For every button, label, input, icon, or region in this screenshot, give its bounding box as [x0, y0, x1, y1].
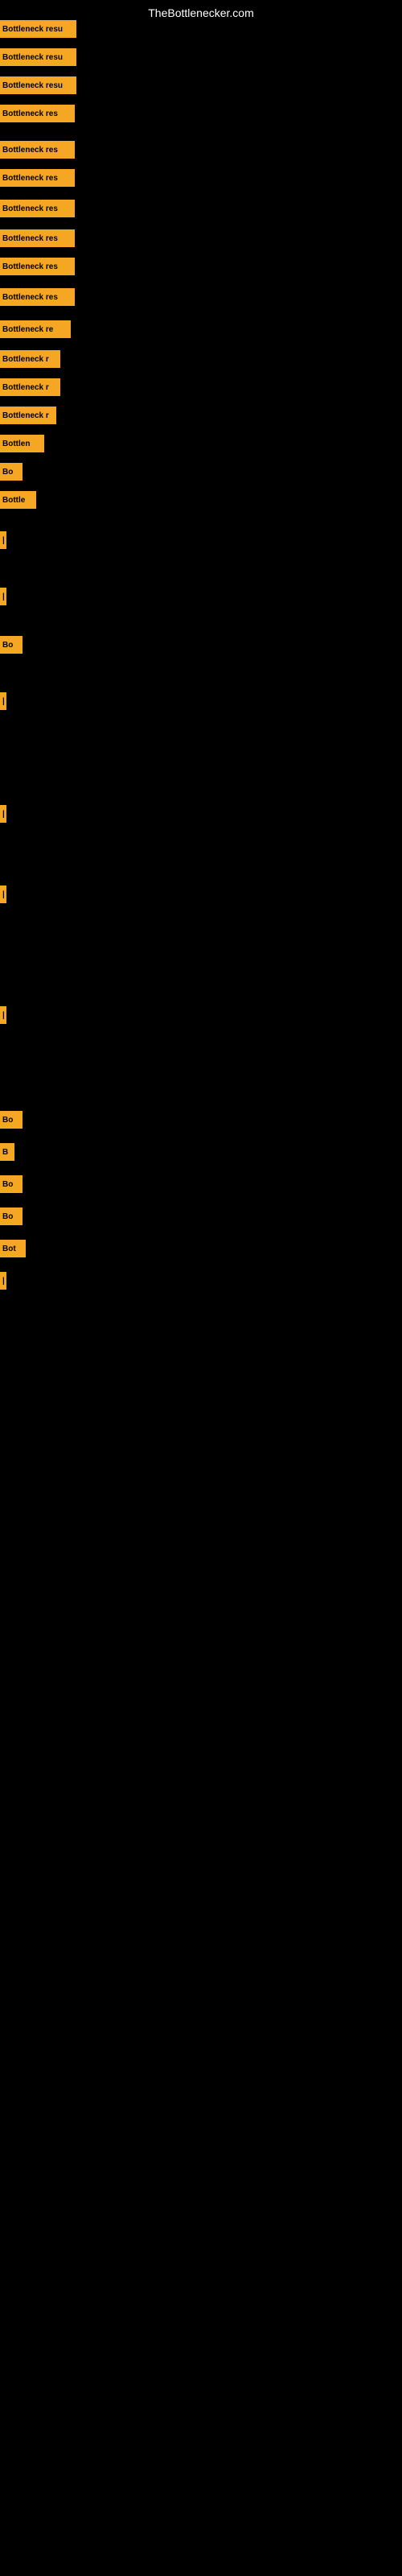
bar-item: Bo: [0, 463, 23, 481]
bar-label: Bo: [0, 1111, 23, 1129]
bar-item: Bottleneck r: [0, 350, 60, 368]
bar-item: Bottleneck res: [0, 200, 75, 217]
bar-item: Bottleneck re: [0, 320, 71, 338]
bar-item: Bottleneck res: [0, 258, 75, 275]
bar-label: |: [0, 1272, 6, 1290]
bar-label: Bottleneck resu: [0, 48, 76, 66]
bar-item: Bo: [0, 1175, 23, 1193]
bar-label: Bottleneck res: [0, 141, 75, 159]
bar-label: Bo: [0, 1175, 23, 1193]
bar-label: |: [0, 531, 6, 549]
bar-item: Bo: [0, 636, 23, 654]
bar-label: Bottleneck re: [0, 320, 71, 338]
bar-label: Bot: [0, 1240, 26, 1257]
bar-label: B: [0, 1143, 14, 1161]
bar-item: |: [0, 531, 6, 549]
bar-item: Bottle: [0, 491, 36, 509]
bar-label: Bottleneck resu: [0, 76, 76, 94]
bar-item: |: [0, 886, 6, 903]
bar-item: Bottleneck r: [0, 378, 60, 396]
bar-label: |: [0, 1006, 6, 1024]
bar-label: Bottle: [0, 491, 36, 509]
bar-label: Bottleneck resu: [0, 20, 76, 38]
bar-item: Bottleneck resu: [0, 48, 76, 66]
bar-label: Bottleneck res: [0, 288, 75, 306]
bar-label: |: [0, 588, 6, 605]
bar-label: Bottleneck res: [0, 200, 75, 217]
bar-label: Bottleneck r: [0, 378, 60, 396]
bar-label: Bottleneck r: [0, 350, 60, 368]
bar-label: Bottlen: [0, 435, 44, 452]
bar-item: Bottleneck res: [0, 105, 75, 122]
bar-item: Bottleneck res: [0, 229, 75, 247]
bar-label: |: [0, 886, 6, 903]
bar-item: Bot: [0, 1240, 26, 1257]
bar-item: Bo: [0, 1111, 23, 1129]
bar-item: Bottleneck res: [0, 288, 75, 306]
bar-item: |: [0, 588, 6, 605]
bar-label: Bottleneck res: [0, 169, 75, 187]
bar-item: Bottleneck res: [0, 141, 75, 159]
bar-item: B: [0, 1143, 14, 1161]
bar-item: |: [0, 1272, 6, 1290]
bar-item: Bottlen: [0, 435, 44, 452]
bar-item: Bottleneck r: [0, 407, 56, 424]
bar-label: Bottleneck r: [0, 407, 56, 424]
bar-item: |: [0, 805, 6, 823]
bar-label: Bottleneck res: [0, 258, 75, 275]
bar-label: Bo: [0, 1208, 23, 1225]
bar-item: |: [0, 692, 6, 710]
bar-item: |: [0, 1006, 6, 1024]
bar-label: |: [0, 692, 6, 710]
bar-item: Bottleneck resu: [0, 76, 76, 94]
bar-label: Bottleneck res: [0, 105, 75, 122]
bar-label: Bo: [0, 636, 23, 654]
bar-item: Bottleneck res: [0, 169, 75, 187]
bar-label: Bottleneck res: [0, 229, 75, 247]
bar-item: Bottleneck resu: [0, 20, 76, 38]
bar-label: |: [0, 805, 6, 823]
bar-item: Bo: [0, 1208, 23, 1225]
bar-label: Bo: [0, 463, 23, 481]
